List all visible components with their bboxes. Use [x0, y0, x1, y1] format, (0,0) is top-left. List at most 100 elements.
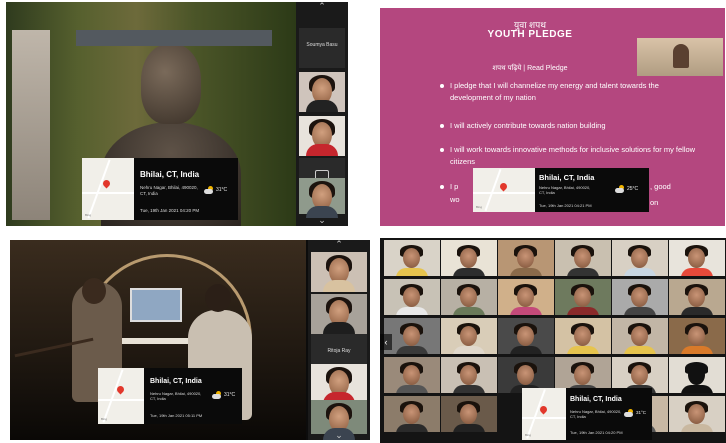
participant-tile[interactable]	[498, 240, 554, 276]
location-card: Bing Bhilai, CT, India Nehru Nagar, Bhil…	[82, 158, 238, 220]
chevron-left-icon[interactable]: ‹	[380, 334, 392, 350]
address-line-2: CT, India	[150, 396, 166, 402]
participant-tile[interactable]	[384, 396, 440, 432]
participant-tile[interactable]	[441, 318, 497, 354]
participant-tile[interactable]	[669, 240, 725, 276]
participant-tile[interactable]	[669, 396, 725, 432]
timestamp: Tue, 19th Jan 2021 04:21 PM	[539, 203, 592, 208]
map-pin-icon	[498, 181, 509, 192]
timestamp: Tue, 19th Jan 2021 05:11 PM	[150, 413, 203, 418]
participant-tile[interactable]	[311, 364, 367, 404]
location-card: Bing Bhilai, CT, India Nehru Nagar, Bhil…	[473, 168, 649, 212]
participant-name: Soumya Basu	[306, 42, 338, 48]
participant-tile[interactable]	[311, 294, 367, 334]
participant-tile[interactable]	[441, 240, 497, 276]
participant-tile[interactable]	[498, 279, 554, 315]
participant-tile[interactable]	[555, 318, 611, 354]
temperature: 31°C	[216, 187, 228, 193]
location-address: Nehru Nagar, Bhilai, 490020, CT, India	[570, 409, 621, 419]
pledge-item: I pledge that I will channelize my energ…	[440, 80, 700, 104]
map-pin-icon	[538, 404, 549, 415]
stone-pillar	[12, 30, 50, 220]
participant-tile[interactable]	[669, 279, 725, 315]
address-line-2: CT, India	[570, 414, 586, 420]
location-city: Bhilai, CT, India	[150, 378, 202, 385]
participant-tile[interactable]	[612, 279, 668, 315]
weather-cloud	[615, 188, 624, 193]
location-map: Bing	[82, 158, 134, 220]
location-city: Bhilai, CT, India	[140, 170, 200, 179]
chevron-up-icon[interactable]: ⌃	[308, 240, 370, 249]
pledge-subtitle: शपथ पढ़िये | Read Pledge	[492, 65, 568, 72]
screenshot-panel-statue: Bing Bhilai, CT, India Nehru Nagar, Bhil…	[6, 2, 348, 226]
main-video-feed: Bing Bhilai, CT, India Nehru Nagar, Bhil…	[6, 2, 296, 226]
chevron-down-icon[interactable]: ⌄	[308, 431, 370, 440]
participant-sidebar: ⌃ Ritoja Ray ⌄	[308, 240, 370, 440]
participant-tile[interactable]	[441, 357, 497, 393]
keyboard-player-head	[205, 284, 231, 312]
location-map: Bing	[522, 388, 566, 440]
participant-tile[interactable]	[441, 396, 497, 432]
participant-tile[interactable]	[441, 279, 497, 315]
map-logo: Bing	[476, 205, 483, 209]
participant-tile[interactable]	[384, 318, 440, 354]
participant-tile[interactable]	[384, 357, 440, 393]
participant-tile[interactable]	[498, 318, 554, 354]
address-line-1: Nehru Nagar, Bhilai, 490020,	[140, 185, 198, 190]
main-video-feed: Bing Bhilai, CT, India Nehru Nagar, Bhil…	[10, 240, 306, 440]
top-banner	[76, 30, 272, 46]
address-line-2: CT, India	[539, 190, 555, 196]
pledge-item-tail: , good	[650, 182, 671, 191]
participant-name: Ritoja Ray	[327, 348, 351, 354]
pledge-item: I will actively contribute towards natio…	[440, 120, 700, 132]
location-address: Nehru Nagar, Bhilai, 490020, CT, India	[150, 391, 201, 401]
participant-tile[interactable]	[555, 240, 611, 276]
participant-tile[interactable]	[299, 72, 345, 112]
location-address: Nehru Nagar, Bhilai, 490020, CT, India	[140, 185, 198, 197]
chevron-up-icon[interactable]: ⌃	[296, 2, 348, 11]
pledge-item-tail: on	[650, 198, 659, 207]
timestamp: Tue, 19th Jan 2021 04:20 PM	[570, 430, 623, 435]
timestamp: Tue, 19th Jan 2021 04:20 PM	[140, 208, 200, 213]
pledge-item: I will work towards innovative methods f…	[440, 144, 700, 168]
participant-tile[interactable]	[612, 240, 668, 276]
participant-tile[interactable]	[612, 318, 668, 354]
pledge-title: YOUTH PLEDGE	[487, 29, 573, 40]
location-city: Bhilai, CT, India	[539, 173, 595, 182]
map-logo: Bing	[101, 417, 108, 421]
location-city: Bhilai, CT, India	[570, 396, 622, 403]
chevron-down-icon[interactable]: ⌄	[296, 216, 348, 225]
participant-tile-named[interactable]: Soumya Basu	[299, 28, 345, 68]
participant-tile[interactable]	[555, 279, 611, 315]
address-line-2: CT, India	[140, 190, 158, 196]
speaker-video-thumbnail[interactable]	[637, 38, 723, 76]
participant-tile[interactable]	[299, 116, 345, 156]
weather-cloud	[212, 394, 221, 399]
participant-tile[interactable]	[311, 400, 367, 440]
flute-player-head	[82, 278, 106, 304]
location-map: Bing	[98, 368, 144, 424]
temperature: 25°C	[627, 186, 639, 192]
participant-tile[interactable]	[299, 178, 345, 218]
participant-sidebar: ⌃ Soumya Basu ⌄	[296, 2, 348, 226]
participant-tile[interactable]	[669, 318, 725, 354]
participant-tile[interactable]	[669, 357, 725, 393]
map-pin-icon	[115, 384, 126, 395]
map-pin-icon	[101, 178, 112, 189]
weather-cloud	[204, 189, 213, 194]
screenshot-panel-music: Bing Bhilai, CT, India Nehru Nagar, Bhil…	[10, 240, 370, 440]
location-address: Nehru Nagar, Bhilai, 490020, CT, India	[539, 185, 590, 195]
screenshot-panel-gallery: ‹ Bing Bhilai, CT, India Nehru Nagar, Bh…	[380, 238, 726, 443]
participant-tile[interactable]	[384, 240, 440, 276]
statue-head	[141, 44, 201, 124]
computer-monitor	[130, 288, 182, 322]
temperature: 31°C	[636, 410, 647, 415]
temperature: 31°C	[224, 392, 236, 398]
weather-cloud	[624, 412, 633, 417]
location-map: Bing	[473, 168, 535, 212]
map-logo: Bing	[85, 213, 92, 217]
screenshot-panel-pledge: युवा शपथ YOUTH PLEDGE शपथ पढ़िये | Read …	[380, 8, 725, 226]
participant-tile[interactable]	[311, 252, 367, 292]
map-logo: Bing	[525, 433, 532, 437]
participant-tile[interactable]	[384, 279, 440, 315]
